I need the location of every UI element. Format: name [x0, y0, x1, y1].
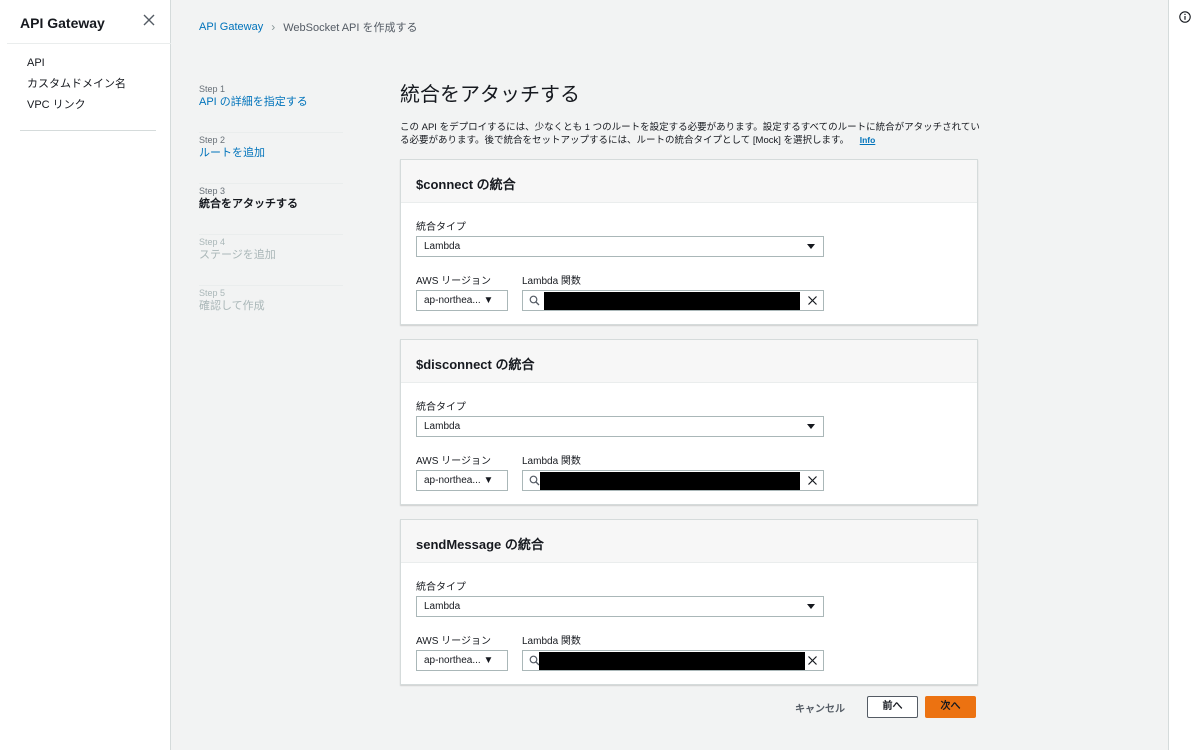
step-review-create: 確認して作成	[199, 300, 265, 312]
nav-list: API カスタムドメイン名 VPC リンク	[27, 56, 126, 119]
panel-title: $connect の統合	[401, 160, 977, 203]
panel-title: $disconnect の統合	[401, 340, 977, 383]
step-number: Step 2	[199, 135, 226, 145]
clear-icon[interactable]	[807, 475, 818, 486]
panel-title: sendMessage の統合	[401, 520, 977, 563]
caret-down-icon	[807, 244, 815, 249]
step-number: Step 1	[199, 84, 226, 94]
wizard-steps: Step 1 API の詳細を指定する Step 2 ルートを追加 Step 3…	[199, 82, 343, 337]
lambda-function-search[interactable]	[522, 290, 824, 311]
region-select[interactable]: ap-northea... ▼	[416, 290, 508, 311]
integration-type-select[interactable]: Lambda	[416, 416, 824, 437]
step-link-api-details[interactable]: API の詳細を指定する	[199, 95, 343, 109]
breadcrumb-api-gateway[interactable]: API Gateway	[199, 21, 263, 33]
wizard-step-3: Step 3 統合をアタッチする	[199, 184, 343, 235]
info-link[interactable]: Info	[860, 135, 876, 145]
clear-icon[interactable]	[807, 295, 818, 306]
region-label: AWS リージョン	[416, 276, 491, 287]
region-value: ap-northea... ▼	[424, 295, 494, 306]
integration-type-value: Lambda	[424, 601, 461, 612]
region-select[interactable]: ap-northea... ▼	[416, 470, 508, 491]
step-add-stages: ステージを追加	[199, 249, 276, 261]
chevron-right-icon: ›	[271, 20, 276, 34]
info-icon[interactable]	[1179, 11, 1191, 23]
step-link-add-routes[interactable]: ルートを追加	[199, 146, 343, 160]
wizard-step-5: Step 5 確認して作成	[199, 286, 343, 337]
breadcrumb-current: WebSocket API を作成する	[283, 22, 418, 34]
integration-panel-sendmessage: sendMessage の統合 統合タイプ Lambda AWS リージョン L…	[400, 519, 978, 685]
step-number: Step 4	[199, 237, 226, 247]
region-label: AWS リージョン	[416, 456, 491, 467]
step-number: Step 5	[199, 288, 226, 298]
lambda-function-search[interactable]	[522, 650, 824, 671]
integration-panel-disconnect: $disconnect の統合 統合タイプ Lambda AWS リージョン L…	[400, 339, 978, 505]
clear-icon[interactable]	[807, 655, 818, 666]
integration-type-value: Lambda	[424, 241, 461, 252]
wizard-step-1: Step 1 API の詳細を指定する	[199, 82, 343, 133]
region-value: ap-northea... ▼	[424, 655, 494, 666]
page-description: この API をデプロイするには、少なくとも 1 つのルートを設定する必要があり…	[400, 121, 980, 147]
previous-button[interactable]: 前へ	[867, 696, 918, 718]
caret-down-icon	[807, 604, 815, 609]
search-icon	[529, 475, 540, 486]
integration-type-select[interactable]: Lambda	[416, 236, 824, 257]
nav-item-api[interactable]: API	[27, 56, 126, 77]
step-current-attach-integrations: 統合をアタッチする	[199, 198, 298, 210]
left-navigation: API Gateway API カスタムドメイン名 VPC リンク	[0, 0, 171, 750]
integration-type-label: 統合タイプ	[416, 222, 466, 233]
integration-type-select[interactable]: Lambda	[416, 596, 824, 617]
nav-item-custom-domain[interactable]: カスタムドメイン名	[27, 77, 126, 98]
nav-divider	[20, 130, 156, 131]
caret-down-icon	[807, 424, 815, 429]
page-description-text: この API をデプロイするには、少なくとも 1 つのルートを設定する必要があり…	[400, 122, 980, 146]
nav-item-vpc-link[interactable]: VPC リンク	[27, 98, 126, 119]
lambda-function-search[interactable]	[522, 470, 824, 491]
nav-title: API Gateway	[20, 15, 105, 31]
redacted-value	[544, 292, 800, 310]
next-button[interactable]: 次へ	[925, 696, 976, 718]
close-icon[interactable]	[141, 12, 157, 28]
region-label: AWS リージョン	[416, 636, 491, 647]
help-panel-rail	[1168, 0, 1200, 750]
lambda-function-label: Lambda 関数	[522, 636, 581, 647]
lambda-function-label: Lambda 関数	[522, 456, 581, 467]
integration-panel-connect: $connect の統合 統合タイプ Lambda AWS リージョン Lamb…	[400, 159, 978, 325]
region-value: ap-northea... ▼	[424, 475, 494, 486]
integration-type-label: 統合タイプ	[416, 582, 466, 593]
breadcrumb: API Gateway › WebSocket API を作成する	[199, 19, 418, 35]
integration-type-value: Lambda	[424, 421, 461, 432]
cancel-button[interactable]: キャンセル	[795, 700, 845, 715]
step-number: Step 3	[199, 186, 226, 196]
wizard-step-4: Step 4 ステージを追加	[199, 235, 343, 286]
wizard-step-2: Step 2 ルートを追加	[199, 133, 343, 184]
search-icon	[529, 295, 540, 306]
redacted-value	[540, 472, 800, 490]
lambda-function-label: Lambda 関数	[522, 276, 581, 287]
integration-type-label: 統合タイプ	[416, 402, 466, 413]
wizard-footer-actions: キャンセル 前へ 次へ	[795, 696, 976, 718]
redacted-value	[539, 652, 805, 670]
region-select[interactable]: ap-northea... ▼	[416, 650, 508, 671]
page-title: 統合をアタッチする	[400, 84, 580, 106]
